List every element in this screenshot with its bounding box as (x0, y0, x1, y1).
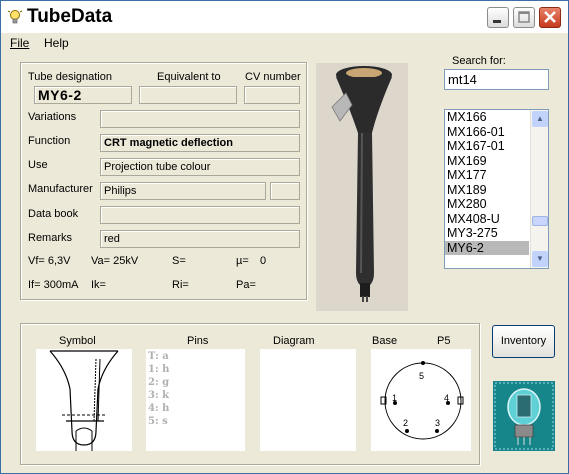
scroll-thumb[interactable] (532, 216, 548, 226)
minimize-icon (493, 20, 501, 23)
list-item[interactable]: MX408-U (445, 212, 529, 227)
maximize-icon (518, 11, 530, 23)
ri-value: Ri= (172, 279, 189, 291)
close-icon (544, 11, 556, 23)
base-pin-label: 5 (419, 371, 424, 381)
base-pin-label: 1 (392, 393, 397, 403)
vf-value: Vf= 6,3V (28, 255, 71, 267)
chevron-down-icon: ▼ (536, 254, 544, 263)
menu-help-label: Help (44, 36, 69, 50)
pin-entry: 3: k (148, 390, 170, 401)
list-item[interactable]: MX177 (445, 168, 529, 183)
base-panel: 5 1 4 2 3 (371, 349, 471, 451)
va-value: Va= 25kV (91, 255, 139, 267)
scroll-down-button[interactable]: ▼ (532, 251, 548, 267)
base-pin-label: 4 (444, 393, 449, 403)
pin-entry: 2: g (148, 377, 170, 388)
label-tube-designation: Tube designation (28, 71, 112, 83)
use-field[interactable]: Projection tube colour (100, 158, 300, 176)
list-item[interactable]: MY3-275 (445, 226, 529, 241)
list-item[interactable]: MX167-01 (445, 139, 529, 154)
search-label: Search for: (452, 55, 506, 67)
list-item[interactable]: MX166-01 (445, 125, 529, 140)
label-cv-number: CV number (245, 71, 301, 83)
label-variations: Variations (28, 111, 77, 123)
label-equivalent-to: Equivalent to (157, 71, 221, 83)
label-data-book: Data book (28, 208, 79, 220)
menu-file[interactable]: File (10, 36, 29, 50)
manufacturer-extra-field[interactable] (270, 182, 300, 200)
label-manufacturer: Manufacturer (28, 183, 93, 195)
base-pin-label: 3 (435, 418, 440, 428)
ik-value: Ik= (91, 279, 106, 291)
symbol-label: Symbol (59, 335, 96, 347)
list-item[interactable]: MX166 (445, 110, 529, 125)
base-diagram: 5 1 4 2 3 (380, 361, 464, 440)
variations-field[interactable] (100, 110, 300, 128)
if-value: If= 300mA (28, 279, 79, 291)
tube-photo (316, 63, 408, 311)
equivalent-to-field[interactable] (139, 86, 237, 104)
list-item[interactable]: MX169 (445, 154, 529, 169)
close-button[interactable] (539, 7, 561, 28)
data-book-field[interactable] (100, 206, 300, 224)
function-field[interactable]: CRT magnetic deflection (100, 134, 300, 152)
chevron-up-icon: ▲ (536, 114, 544, 123)
cv-number-field[interactable] (244, 86, 300, 104)
label-remarks: Remarks (28, 232, 73, 244)
tubedata-logo (493, 381, 555, 451)
tube-symbol-drawing (49, 350, 119, 451)
remarks-field[interactable]: red (100, 230, 300, 248)
tube-designation-field[interactable]: MY6-2 (34, 86, 132, 104)
s-value: S= (172, 255, 186, 267)
window-title: TubeData (27, 6, 113, 27)
search-input[interactable] (444, 69, 549, 90)
list-item[interactable]: MX189 (445, 183, 529, 198)
pin-entry: 5: s (148, 416, 168, 427)
symbol-panel (36, 349, 132, 451)
label-use: Use (28, 159, 48, 171)
manufacturer-field[interactable]: Philips (100, 182, 266, 200)
mu-label: µ= (236, 255, 249, 267)
list-item[interactable]: MX280 (445, 197, 529, 212)
tube-listbox[interactable]: MX166 MX166-01 MX167-01 MX169 MX177 MX189 MX28… (444, 109, 549, 269)
menu-help[interactable]: Help (44, 36, 69, 50)
label-function: Function (28, 135, 71, 147)
base-label: Base (372, 335, 398, 347)
pin-entry: T: a (148, 351, 169, 362)
tube-list: MX166 MX166-01 MX167-01 MX169 MX177 MX189 MX28… (445, 110, 529, 255)
inventory-button[interactable]: Inventory (492, 325, 555, 358)
minimize-button[interactable] (487, 7, 509, 28)
bulb-icon (7, 10, 23, 24)
diagram-panel (260, 349, 356, 451)
tube-photo-image (316, 63, 408, 311)
pins-list: T: a 1: h 2: g 3: k 4: h 5: s (148, 350, 169, 428)
list-item[interactable]: MY6-2 (445, 240, 529, 255)
diagram-label: Diagram (273, 335, 315, 347)
menu-bar: File Help (1, 33, 568, 53)
menu-file-label: File (10, 36, 30, 50)
title-bar: TubeData (1, 1, 568, 33)
mu-value: 0 (260, 255, 267, 267)
list-scrollbar[interactable]: ▲ ▼ (530, 110, 548, 268)
pin-entry: 4: h (148, 403, 170, 414)
pins-label: Pins (187, 335, 209, 347)
tube-logo-icon (493, 381, 555, 451)
pin-entry: 1: h (148, 364, 170, 375)
scroll-up-button[interactable]: ▲ (532, 111, 548, 127)
base-pin-label: 2 (403, 418, 408, 428)
pa-value: Pa= (236, 279, 256, 291)
tubedata-window: TubeData File Help Tube designation Equi… (0, 0, 569, 474)
base-type-label: P5 (437, 335, 451, 347)
maximize-button[interactable] (513, 7, 535, 28)
